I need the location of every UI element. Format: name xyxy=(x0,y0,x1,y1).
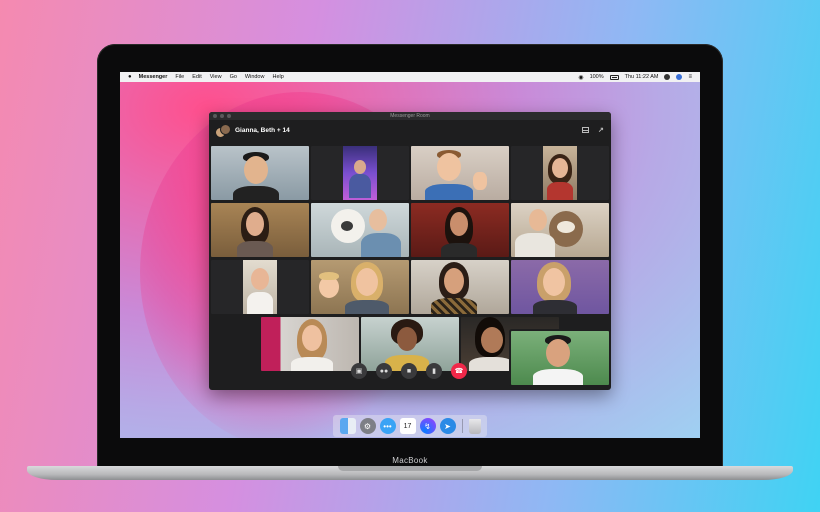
room-header: Gianna, Beth + 14 ↗ xyxy=(209,120,611,140)
video-tile[interactable] xyxy=(311,203,409,257)
video-tile[interactable] xyxy=(511,146,609,200)
clock[interactable]: Thu 11:22 AM xyxy=(625,74,659,80)
calendar-icon[interactable]: 17 xyxy=(399,418,416,434)
laptop-notch xyxy=(338,466,482,471)
menu-window[interactable]: Window xyxy=(245,74,265,80)
messenger-icon[interactable]: ↯ xyxy=(419,418,436,434)
participants-icon[interactable]: ●● xyxy=(376,363,392,379)
video-tile[interactable] xyxy=(511,331,609,385)
messages-icon[interactable]: ••• xyxy=(379,418,396,434)
menu-edit[interactable]: Edit xyxy=(192,74,201,80)
grid-view-icon[interactable] xyxy=(582,127,589,133)
search-icon[interactable] xyxy=(664,74,671,80)
video-tile[interactable] xyxy=(261,317,359,371)
window-titlebar: Messenger Room xyxy=(209,112,611,120)
menu-file[interactable]: File xyxy=(175,74,184,80)
end-call-icon[interactable]: ☎ xyxy=(451,363,467,379)
participants-label[interactable]: Gianna, Beth + 14 xyxy=(235,127,290,134)
messenger-room-window: Messenger Room Gianna, Beth + 14 ↗ ▣ ●● … xyxy=(209,112,611,390)
video-tile[interactable] xyxy=(311,146,409,200)
macbook-label: MacBook xyxy=(392,456,428,465)
menu-bar: ● Messenger File Edit View Go Window Hel… xyxy=(120,72,700,82)
participant-avatars[interactable] xyxy=(215,124,231,138)
dock-separator xyxy=(461,419,463,433)
wifi-icon[interactable]: ◉ xyxy=(578,74,583,81)
video-camera-icon[interactable]: ■ xyxy=(401,363,417,379)
video-tile[interactable] xyxy=(411,146,509,200)
video-tile[interactable] xyxy=(511,203,609,257)
avatar xyxy=(220,124,231,135)
menu-app-name[interactable]: Messenger xyxy=(139,74,168,80)
desktop-screen: ● Messenger File Edit View Go Window Hel… xyxy=(120,72,700,438)
safari-icon[interactable]: ➤ xyxy=(439,418,456,434)
menu-view[interactable]: View xyxy=(210,74,222,80)
screen-share-icon[interactable]: ▣ xyxy=(351,363,367,379)
battery-icon[interactable] xyxy=(609,74,619,80)
video-tile[interactable] xyxy=(211,260,309,314)
video-tile[interactable] xyxy=(511,260,609,314)
trash-icon[interactable] xyxy=(468,418,481,434)
window-title: Messenger Room xyxy=(390,113,430,119)
header-actions: ↗ xyxy=(582,127,605,134)
video-tile[interactable] xyxy=(211,203,309,257)
dock: ⚙ ••• 17 ↯ ➤ xyxy=(333,415,487,437)
microphone-icon[interactable]: ▮ xyxy=(426,363,442,379)
video-tile[interactable] xyxy=(411,260,509,314)
call-controls: ▣ ●● ■ ▮ ☎ xyxy=(351,363,467,379)
expand-icon[interactable]: ↗ xyxy=(598,127,605,134)
status-area: ◉ 100% Thu 11:22 AM ≡ xyxy=(578,74,692,81)
video-tile[interactable] xyxy=(311,260,409,314)
video-tile[interactable] xyxy=(211,146,309,200)
settings-icon[interactable]: ⚙ xyxy=(359,418,376,434)
video-tile[interactable] xyxy=(411,203,509,257)
finder-icon[interactable] xyxy=(339,418,356,434)
calendar-day: 17 xyxy=(403,422,412,430)
menu-go[interactable]: Go xyxy=(230,74,237,80)
user-icon[interactable] xyxy=(676,74,683,80)
battery-percent: 100% xyxy=(589,74,604,80)
menu-help[interactable]: Help xyxy=(272,74,283,80)
control-center-icon[interactable]: ≡ xyxy=(688,74,692,80)
apple-icon[interactable]: ● xyxy=(128,74,132,80)
